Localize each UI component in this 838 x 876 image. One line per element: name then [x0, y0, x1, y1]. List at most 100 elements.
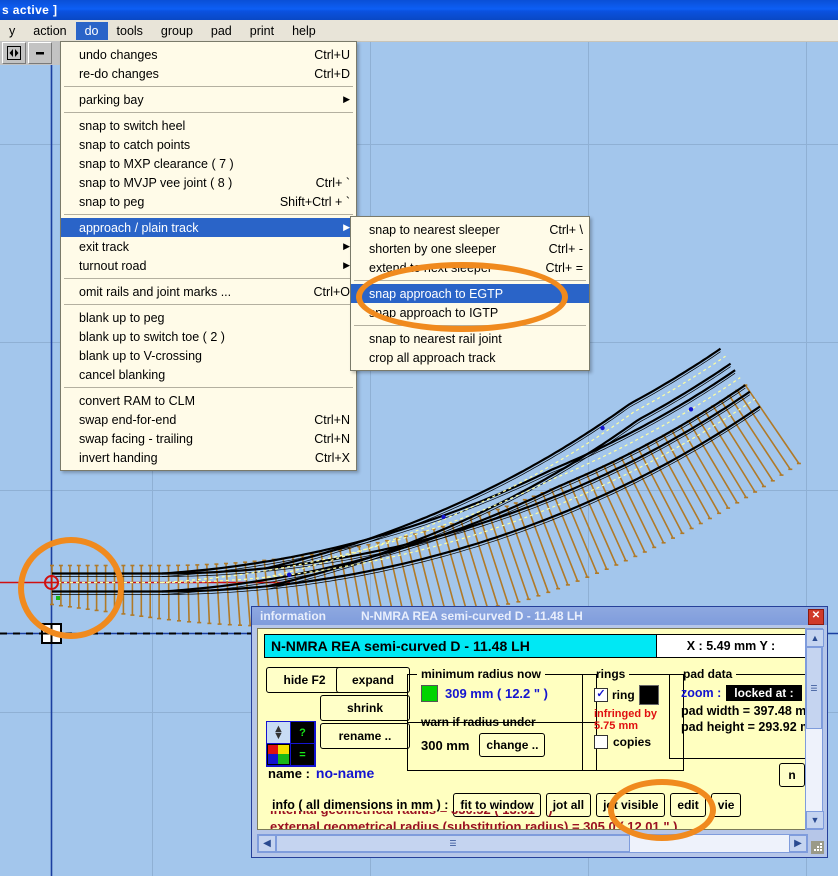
spinner-icon[interactable]: ▲ ▼ — [267, 722, 290, 743]
menu-parking-bay[interactable]: parking bay ▶ — [61, 90, 356, 109]
menu-omit-rails-and-joint-marks[interactable]: omit rails and joint marks ... Ctrl+O — [61, 282, 356, 301]
submenu-shorten-by-one-sleeper[interactable]: shorten by one sleeper Ctrl+ - — [351, 239, 589, 258]
accelerator: Ctrl+U — [314, 47, 350, 62]
menu-invert-handing[interactable]: invert handing Ctrl+X — [61, 448, 356, 467]
help-question-icon[interactable]: ? — [291, 722, 314, 743]
accelerator: Ctrl+X — [314, 450, 350, 465]
change-button[interactable]: change .. — [479, 733, 546, 758]
menu-convert-ram-to-clm[interactable]: convert RAM to CLM — [61, 391, 356, 410]
equals-list-icon[interactable]: = — [291, 744, 314, 765]
submenu-snap-to-nearest-sleeper[interactable]: snap to nearest sleeper Ctrl+ \ — [351, 220, 589, 239]
hide-button[interactable]: hide F2 — [266, 667, 343, 693]
edit-button[interactable]: edit — [670, 793, 706, 817]
dialog-title: information — [260, 609, 326, 623]
approach-plain-track-submenu[interactable]: snap to nearest sleeper Ctrl+ \ shorten … — [350, 216, 590, 371]
infringed-line-1: infringed by — [594, 708, 657, 721]
dialog-vertical-scrollbar[interactable]: ▲ ☰ ▼ — [805, 628, 824, 830]
label: snap to nearest sleeper — [369, 222, 500, 237]
info-label: info ( all dimensions in mm ) : — [272, 798, 449, 812]
menu-approach-plain-track[interactable]: approach / plain track ▶ — [61, 218, 356, 237]
menu-snap-to-peg[interactable]: snap to peg Shift+Ctrl + ` — [61, 192, 356, 211]
name-edit-button[interactable]: n — [779, 763, 805, 787]
menu-item-pad[interactable]: pad — [202, 22, 241, 40]
menu-item-print[interactable]: print — [241, 22, 283, 40]
label: shorten by one sleeper — [369, 241, 497, 256]
copies-checkbox[interactable] — [594, 735, 608, 750]
view-button[interactable]: vie — [710, 793, 742, 817]
submenu-crop-all-approach-track[interactable]: crop all approach track — [351, 348, 589, 367]
jot-visible-button[interactable]: jot visible — [596, 793, 666, 817]
menu-redo-changes[interactable]: re-do changes Ctrl+D — [61, 64, 356, 83]
menu-swap-facing-trailing[interactable]: swap facing - trailing Ctrl+N — [61, 429, 356, 448]
menu-item-tools[interactable]: tools — [108, 22, 152, 40]
submenu-extend-to-next-sleeper[interactable]: extend to next sleeper Ctrl+ = — [351, 258, 589, 277]
menu-separator — [64, 387, 353, 388]
menu-snap-mvjp-vee-joint[interactable]: snap to MVJP vee joint ( 8 ) Ctrl+ ` — [61, 173, 356, 192]
close-icon[interactable]: ✕ — [808, 609, 824, 625]
menu-swap-end-for-end[interactable]: swap end-for-end Ctrl+N — [61, 410, 356, 429]
expand-button[interactable]: expand — [336, 667, 410, 693]
menu-undo-changes[interactable]: undo changes Ctrl+U — [61, 45, 356, 64]
menu-snap-catch-points[interactable]: snap to catch points — [61, 135, 356, 154]
origin-marker — [41, 623, 62, 644]
label: blank up to switch toe ( 2 ) — [79, 329, 225, 344]
menu-turnout-road[interactable]: turnout road ▶ — [61, 256, 356, 275]
menu-blank-up-to-v-crossing[interactable]: blank up to V-crossing — [61, 346, 356, 365]
do-dropdown-menu[interactable]: undo changes Ctrl+U re-do changes Ctrl+D… — [60, 41, 357, 471]
scroll-down-icon[interactable]: ▼ — [806, 811, 824, 829]
menu-separator — [354, 280, 586, 281]
colour-palette-icon[interactable] — [267, 744, 290, 765]
menu-item-action[interactable]: action — [24, 22, 75, 40]
pad-data-legend: pad data — [683, 667, 733, 681]
menu-snap-switch-heel[interactable]: snap to switch heel — [61, 116, 356, 135]
label: snap to nearest rail joint — [369, 331, 502, 346]
radius-status-swatch — [421, 685, 438, 703]
expand-collapse-icon[interactable] — [2, 42, 26, 64]
menu-separator — [64, 278, 353, 279]
window-titlebar: s active ] — [0, 0, 838, 20]
dialog-horizontal-scrollbar[interactable]: ◀ ☰ ▶ — [257, 834, 808, 853]
zoom-value[interactable]: locked at : — [726, 685, 802, 702]
accelerator: Ctrl+N — [314, 412, 350, 427]
menu-bar[interactable]: y action do tools group pad print help — [0, 20, 838, 42]
menu-blank-up-to-switch-toe[interactable]: blank up to switch toe ( 2 ) — [61, 327, 356, 346]
label: snap to switch heel — [79, 118, 186, 133]
resize-grip[interactable] — [811, 841, 824, 854]
chevron-right-icon: ▶ — [343, 222, 350, 232]
label: swap facing - trailing — [79, 431, 193, 446]
horizontal-scroll-thumb[interactable]: ☰ — [276, 835, 630, 852]
dialog-titlebar[interactable]: information N-NMRA REA semi-curved D - 1… — [252, 607, 827, 625]
warn-radius-group: warn if radius under 300 mm change .. — [407, 715, 597, 771]
label: convert RAM to CLM — [79, 393, 196, 408]
accelerator: Shift+Ctrl + ` — [279, 194, 350, 209]
label: snap to MXP clearance ( 7 ) — [79, 156, 234, 171]
label: snap approach to EGTP — [369, 286, 504, 301]
zoom-label: zoom : — [681, 686, 722, 701]
menu-exit-track[interactable]: exit track ▶ — [61, 237, 356, 256]
information-dialog[interactable]: information N-NMRA REA semi-curved D - 1… — [251, 606, 828, 858]
menu-snap-mxp-clearance[interactable]: snap to MXP clearance ( 7 ) — [61, 154, 356, 173]
menu-item-help[interactable]: help — [283, 22, 325, 40]
label: swap end-for-end — [79, 412, 177, 427]
label: re-do changes — [79, 66, 159, 81]
minimize-icon[interactable] — [28, 42, 52, 64]
pad-data-group: pad data zoom : locked at : pad width = … — [669, 667, 807, 759]
scroll-left-icon[interactable]: ◀ — [258, 835, 276, 852]
ring-checkbox[interactable]: ✓ — [594, 688, 608, 703]
menu-blank-up-to-peg[interactable]: blank up to peg — [61, 308, 356, 327]
menu-item-group[interactable]: group — [152, 22, 202, 40]
scroll-right-icon[interactable]: ▶ — [789, 835, 807, 852]
vertical-scroll-thumb[interactable]: ☰ — [806, 647, 822, 729]
submenu-snap-to-nearest-rail-joint[interactable]: snap to nearest rail joint — [351, 329, 589, 348]
ring-colour-swatch[interactable] — [638, 685, 659, 706]
submenu-snap-approach-to-igtp[interactable]: snap approach to IGTP — [351, 303, 589, 322]
menu-item-do[interactable]: do — [75, 21, 108, 40]
scroll-up-icon[interactable]: ▲ — [806, 629, 824, 647]
menu-item-y[interactable]: y — [0, 22, 24, 40]
display-option-icons[interactable]: ▲ ▼ ? = — [266, 721, 316, 767]
label: snap to peg — [79, 194, 145, 209]
menu-cancel-blanking[interactable]: cancel blanking — [61, 365, 356, 384]
shrink-button[interactable]: shrink — [320, 695, 410, 721]
submenu-snap-approach-to-egtp[interactable]: snap approach to EGTP — [351, 284, 589, 303]
rename-button[interactable]: rename .. — [320, 723, 410, 749]
